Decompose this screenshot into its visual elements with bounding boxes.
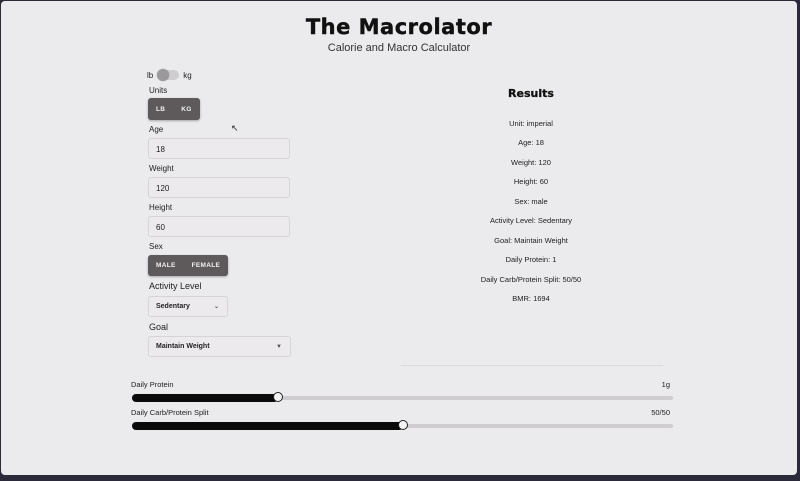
results-title: Results xyxy=(508,87,554,100)
daily-protein-slider-thumb[interactable] xyxy=(273,392,284,402)
weight-field[interactable] xyxy=(148,177,290,198)
results-panel: Results Unit: imperial Age: 18 Weight: 1… xyxy=(396,83,666,367)
unit-toggle: lb kg xyxy=(147,69,192,81)
result-bmr: BMR: 1694 xyxy=(512,294,550,303)
result-age: Age: 18 xyxy=(518,138,544,147)
app-subtitle: Calorie and Macro Calculator xyxy=(327,42,471,54)
results-divider xyxy=(401,365,663,366)
female-button[interactable]: FEMALE xyxy=(184,255,229,276)
units-button-group: LB KG xyxy=(148,98,200,120)
weight-input[interactable] xyxy=(149,179,289,198)
lb-button[interactable]: LB xyxy=(148,98,173,120)
activity-level-value: Sedentary xyxy=(156,303,190,310)
goal-select[interactable]: Maintain Weight ▼ xyxy=(148,336,291,357)
daily-protein-label: Daily Protein xyxy=(131,380,174,389)
result-activity-level: Activity Level: Sedentary xyxy=(489,216,573,225)
result-weight: Weight: 120 xyxy=(511,158,551,167)
result-daily-protein: Daily Protein: 1 xyxy=(505,255,557,264)
caret-down-icon: ▼ xyxy=(276,343,282,350)
chevron-updown-icon: ⌄ xyxy=(213,304,219,310)
result-height: Height: 60 xyxy=(513,177,549,186)
mouse-cursor-icon: ↖ xyxy=(231,123,239,133)
height-input[interactable] xyxy=(149,218,289,237)
age-field[interactable] xyxy=(148,138,290,159)
age-label: Age xyxy=(149,125,164,134)
app-window: The Macrolator Calorie and Macro Calcula… xyxy=(1,1,797,475)
result-goal: Goal: Maintain Weight xyxy=(494,236,568,245)
goal-label: Goal xyxy=(149,322,169,332)
daily-protein-value: 1g xyxy=(661,380,670,389)
age-input[interactable] xyxy=(149,140,289,159)
unit-toggle-lb-label: lb xyxy=(147,70,154,80)
daily-protein-slider[interactable] xyxy=(132,392,673,402)
activity-level-select[interactable]: Sedentary ⌄ xyxy=(148,296,228,317)
sex-button-group: MALE FEMALE xyxy=(148,255,229,276)
height-field[interactable] xyxy=(148,216,290,237)
carb-protein-split-slider-thumb[interactable] xyxy=(397,420,408,430)
weight-label: Weight xyxy=(149,164,174,173)
result-sex: Sex: male xyxy=(514,197,548,206)
height-label: Height xyxy=(149,203,173,212)
carb-protein-split-label: Daily Carb/Protein Split xyxy=(131,408,209,417)
goal-value: Maintain Weight xyxy=(156,343,210,350)
carb-protein-split-slider-fill xyxy=(132,422,403,430)
sex-label: Sex xyxy=(149,242,163,251)
daily-protein-slider-fill xyxy=(132,394,279,402)
carb-protein-split-slider[interactable] xyxy=(132,420,673,430)
app-title: The Macrolator xyxy=(305,15,493,39)
kg-button[interactable]: KG xyxy=(173,98,199,120)
units-label: Units xyxy=(149,86,168,95)
activity-level-label: Activity Level xyxy=(149,281,202,291)
unit-switch[interactable] xyxy=(157,69,180,81)
male-button[interactable]: MALE xyxy=(148,255,184,276)
carb-protein-split-value: 50/50 xyxy=(651,408,670,417)
result-carb-protein-split: Daily Carb/Protein Split: 50/50 xyxy=(480,275,582,284)
result-unit: Unit: imperial xyxy=(509,119,553,128)
unit-switch-knob[interactable] xyxy=(157,69,170,81)
header: The Macrolator Calorie and Macro Calcula… xyxy=(1,15,797,54)
unit-toggle-kg-label: kg xyxy=(183,70,192,80)
